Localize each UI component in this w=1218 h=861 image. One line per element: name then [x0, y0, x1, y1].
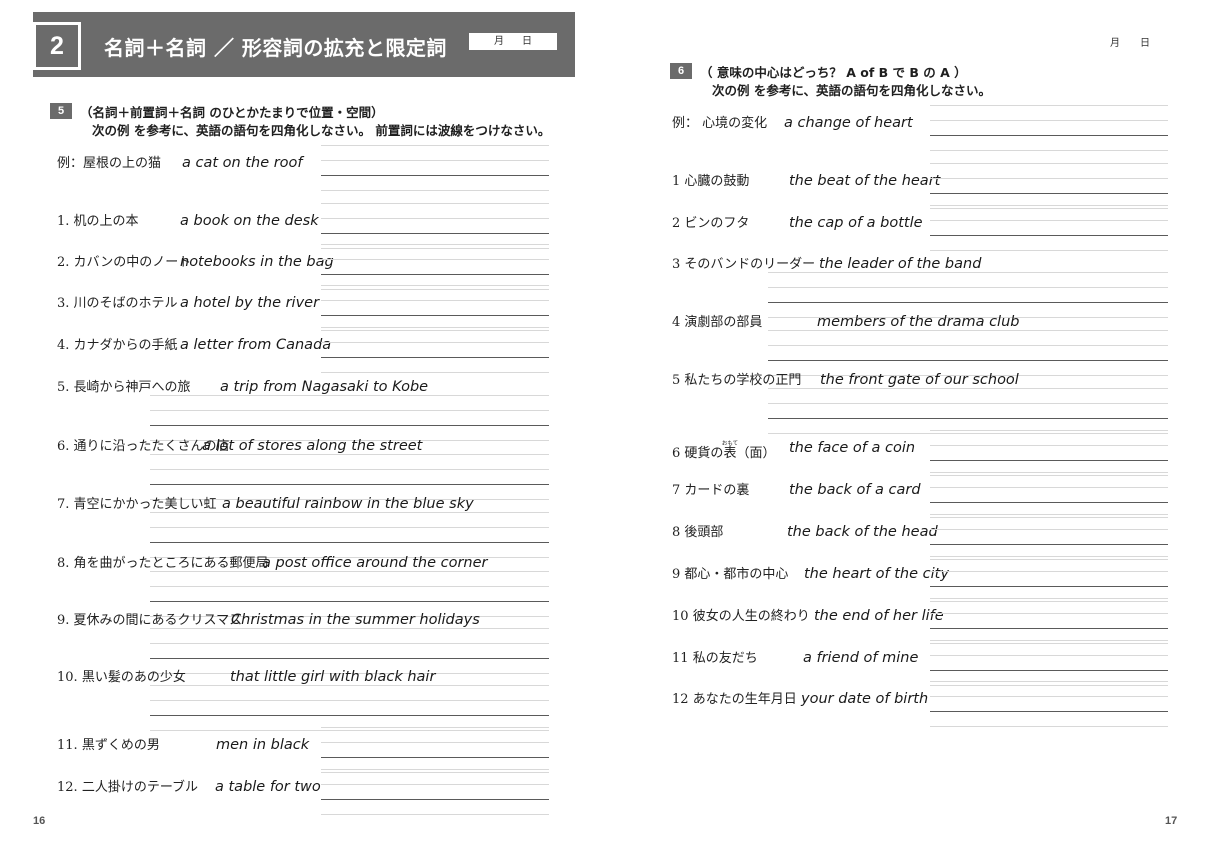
page-number-right: 17 [1165, 815, 1178, 827]
item-jp: 8. 角を曲がったところにある郵便局 [57, 556, 269, 571]
item-en: notebooks in the bag [180, 254, 334, 270]
item-en: the cap of a bottle [789, 215, 923, 231]
date-day-label: 日 [1140, 38, 1150, 49]
writing-lines[interactable] [930, 556, 1168, 602]
item-en: a trip from Nagasaki to Kobe [220, 379, 429, 395]
item-jp: 11. 黒ずくめの男 [57, 738, 160, 753]
example-jp: 例： 心境の変化 [672, 116, 768, 131]
item-jp: 7. 青空にかかった美しい虹 [57, 497, 217, 512]
writing-lines[interactable] [768, 272, 1168, 318]
writing-lines[interactable] [321, 327, 549, 373]
item-en: your date of birth [801, 691, 929, 707]
item-en: the face of a coin [789, 440, 916, 456]
writing-lines[interactable] [321, 145, 549, 191]
item-en: a book on the desk [180, 213, 319, 229]
writing-lines[interactable] [768, 330, 1168, 376]
unit-number-box: 2 [33, 22, 81, 70]
item-en: a beautiful rainbow in the blue sky [222, 496, 474, 512]
page-number-left: 16 [33, 815, 46, 827]
item-jp: 4 演劇部の部員 [672, 315, 763, 330]
item-en: the heart of the city [804, 566, 949, 582]
writing-lines[interactable] [930, 640, 1168, 686]
writing-lines[interactable] [150, 628, 549, 674]
date-month-label: 月 [494, 35, 504, 47]
date-month-label: 月 [1110, 38, 1120, 49]
item-en: the beat of the heart [789, 173, 941, 189]
item-jp: 4. カナダからの手紙 [57, 338, 178, 353]
left-page: 2 名詞＋名詞 ／ 形容詞の拡充と限定詞 月 日 5 （名詞＋前置詞＋名詞 のひ… [0, 0, 609, 861]
writing-lines[interactable] [150, 454, 549, 500]
date-entry-box[interactable]: 月 日 [469, 33, 557, 50]
item-jp: 1. 机の上の本 [57, 214, 139, 229]
writing-lines[interactable] [930, 163, 1168, 209]
item-jp: 1 心臓の鼓動 [672, 174, 750, 189]
section-6-instruction: 次の例 を参考に、英語の語句を四角化しなさい。 [712, 83, 991, 98]
item-jp: 12. 二人掛けのテーブル [57, 780, 199, 795]
section-5-instruction: 次の例 を参考に、英語の語句を四角化しなさい。 前置詞には波線をつけなさい。 [92, 123, 551, 138]
item-jp: 9. 夏休みの間にあるクリスマス [57, 613, 243, 628]
item-en: a friend of mine [803, 650, 919, 666]
writing-lines[interactable] [930, 105, 1168, 151]
item-jp: 2 ビンのフタ [672, 216, 750, 231]
item-jp: 8 後頭部 [672, 525, 724, 540]
item-en: members of the drama club [817, 314, 1020, 330]
writing-lines[interactable] [930, 472, 1168, 518]
writing-lines[interactable] [930, 681, 1168, 727]
item-jp: 7 カードの裏 [672, 483, 750, 498]
writing-lines[interactable] [321, 727, 549, 773]
writing-lines[interactable] [930, 598, 1168, 644]
item-jp: 3 そのバンドのリーダー [672, 257, 816, 272]
item-en: the back of a card [789, 482, 921, 498]
date-day-label: 日 [522, 35, 532, 47]
example-jp: 例：屋根の上の猫 [57, 156, 162, 171]
unit-title: 名詞＋名詞 ／ 形容詞の拡充と限定詞 [104, 36, 447, 60]
writing-lines[interactable] [150, 571, 549, 617]
writing-lines[interactable] [150, 395, 549, 441]
item-jp: 3. 川のそばのホテル [57, 296, 178, 311]
item-jp: 9 都心・都市の中心 [672, 567, 789, 582]
item-en: that little girl with black hair [230, 669, 436, 685]
writing-lines[interactable] [930, 205, 1168, 251]
item-en: a table for two [215, 779, 321, 795]
section-5-badge: 5 [50, 103, 72, 119]
date-entry-right[interactable]: 月 日 [1110, 34, 1150, 49]
writing-lines[interactable] [930, 430, 1168, 476]
ruby-annotation: 表おもて [721, 441, 739, 461]
item-jp: 12 あなたの生年月日 [672, 692, 797, 707]
item-en: men in black [216, 737, 310, 753]
section-5-title: （名詞＋前置詞＋名詞 のひとかたまりで位置・空間） [80, 105, 384, 120]
item-en: Christmas in the summer holidays [231, 612, 480, 628]
writing-lines[interactable] [321, 203, 549, 249]
item-jp: 2. カバンの中のノート [57, 255, 192, 270]
item-en: the end of her life [814, 608, 944, 624]
item-jp: 11 私の友だち [672, 651, 758, 666]
section-6-title: （ 意味の中心はどっち？ A of B で B の A ） [700, 65, 967, 80]
item-en: the leader of the band [819, 256, 982, 272]
item-en: the back of the head [787, 524, 938, 540]
item-jp: 5 私たちの学校の正門 [672, 373, 802, 388]
unit-number: 2 [50, 31, 64, 60]
item-jp: 5. 長崎から神戸への旅 [57, 380, 191, 395]
writing-lines[interactable] [321, 285, 549, 331]
writing-lines[interactable] [321, 769, 549, 815]
item-en: a post office around the corner [262, 555, 488, 571]
writing-lines[interactable] [321, 244, 549, 290]
example-en: a change of heart [784, 115, 913, 131]
section-6-badge: 6 [670, 63, 692, 79]
item-en: a hotel by the river [180, 295, 320, 311]
writing-lines[interactable] [150, 512, 549, 558]
item-jp: 6 硬貨の表おもて（面） [672, 441, 776, 461]
writing-lines[interactable] [930, 514, 1168, 560]
writing-lines[interactable] [150, 685, 549, 731]
item-en: a lot of stores along the street [202, 438, 423, 454]
example-en: a cat on the roof [182, 155, 303, 171]
writing-lines[interactable] [768, 388, 1168, 434]
item-jp: 10 彼女の人生の終わり [672, 609, 810, 624]
item-en: a letter from Canada [180, 337, 332, 353]
item-en: the front gate of our school [820, 372, 1019, 388]
item-jp: 10. 黒い髪のあの少女 [57, 670, 186, 685]
